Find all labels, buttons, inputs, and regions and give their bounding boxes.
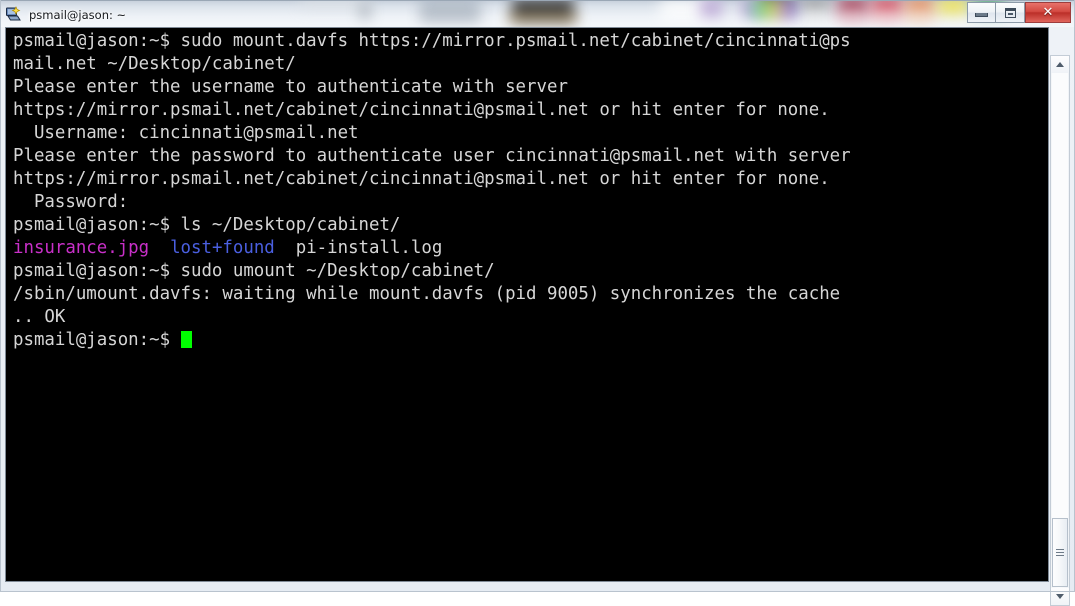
terminal-line: psmail@jason:~$ — [13, 329, 851, 352]
terminal-line: https://mirror.psmail.net/cabinet/cincin… — [13, 168, 851, 191]
terminal-text: Username: cincinnati@psmail.net — [13, 123, 359, 143]
window-titlebar[interactable]: psmail@jason: ~ ✕ — [0, 0, 1075, 27]
close-button[interactable]: ✕ — [1025, 2, 1071, 23]
terminal-text: psmail@jason:~$ sudo umount ~/Desktop/ca… — [13, 261, 495, 281]
terminal-line: Password: — [13, 191, 851, 214]
glass-blur-blob — [420, 14, 480, 20]
terminal-output: psmail@jason:~$ sudo mount.davfs https:/… — [13, 30, 851, 352]
glass-blur-blob — [872, 13, 902, 23]
glass-blur-blob — [800, 12, 830, 22]
terminal-text: https://mirror.psmail.net/cabinet/cincin… — [13, 169, 830, 189]
grip-icon — [1056, 549, 1064, 556]
glass-blur-blob — [872, 1, 902, 14]
chevron-down-icon — [1056, 594, 1064, 599]
minimize-icon — [975, 13, 988, 17]
window-body: psmail@jason:~$ sudo mount.davfs https:/… — [0, 27, 1075, 606]
glass-blur-blob — [360, 3, 370, 19]
glass-blur-blob — [800, 1, 830, 12]
terminal-text: psmail@jason:~$ ls ~/Desktop/cabinet/ — [13, 215, 401, 235]
rainbow-blur-blob — [752, 1, 796, 19]
terminal-line: psmail@jason:~$ sudo mount.davfs https:/… — [13, 30, 851, 53]
glass-blur-blob — [700, 1, 722, 17]
terminal-line: https://mirror.psmail.net/cabinet/cincin… — [13, 99, 851, 122]
terminal-line: .. OK — [13, 306, 851, 329]
window-title: psmail@jason: ~ — [29, 7, 127, 22]
terminal-screen[interactable]: psmail@jason:~$ sudo mount.davfs https:/… — [6, 28, 1049, 581]
terminal-line: Please enter the username to authenticat… — [13, 76, 851, 99]
glass-blur-blob — [906, 13, 934, 23]
terminal-line: insurance.jpg lost+found pi-install.log — [13, 237, 851, 260]
putty-terminal-icon — [5, 6, 22, 23]
glass-blur-blob — [906, 1, 934, 14]
terminal-line: /sbin/umount.davfs: waiting while mount.… — [13, 283, 851, 306]
terminal-text: psmail@jason:~$ — [13, 330, 181, 350]
glass-blur-blob — [838, 1, 868, 14]
terminal-text: mail.net ~/Desktop/cabinet/ — [13, 54, 296, 74]
terminal-text: /sbin/umount.davfs: waiting while mount.… — [13, 284, 841, 304]
terminal-text: .. OK — [13, 307, 66, 327]
maximize-button[interactable] — [996, 2, 1025, 23]
terminal-window: psmail@jason: ~ ✕ psmail@jason:~$ sudo m… — [0, 0, 1075, 606]
terminal-line: psmail@jason:~$ ls ~/Desktop/cabinet/ — [13, 214, 851, 237]
minimize-button[interactable] — [967, 2, 996, 23]
glass-blur-blob — [938, 1, 968, 14]
terminal-text: pi-install.log — [274, 238, 443, 258]
terminal-line: psmail@jason:~$ sudo umount ~/Desktop/ca… — [13, 260, 851, 283]
terminal-cursor — [180, 331, 192, 348]
scrollbar-thumb[interactable] — [1052, 518, 1068, 587]
terminal-line: Username: cincinnati@psmail.net — [13, 122, 851, 145]
terminal-text: Please enter the username to authenticat… — [13, 77, 568, 97]
terminal-text: Please enter the password to authenticat… — [13, 146, 851, 166]
terminal-text: insurance.jpg — [13, 238, 150, 258]
terminal-text: Password: — [13, 192, 129, 212]
titlebar-title-group: psmail@jason: ~ — [5, 1, 126, 27]
scroll-down-button[interactable] — [1051, 588, 1069, 605]
terminal-line: mail.net ~/Desktop/cabinet/ — [13, 53, 851, 76]
maximize-icon — [1004, 7, 1016, 18]
scrollbar-trough[interactable] — [1052, 73, 1068, 518]
terminal-line: Please enter the password to authenticat… — [13, 145, 851, 168]
glass-blur-blob — [420, 3, 480, 10]
terminal-text: lost+found — [170, 238, 275, 258]
glass-blur-blob — [838, 13, 868, 23]
terminal-text: psmail@jason:~$ sudo mount.davfs https:/… — [13, 31, 851, 51]
close-icon: ✕ — [1042, 5, 1054, 20]
terminal-scrollbar[interactable] — [1050, 55, 1070, 606]
glass-blur-blob — [508, 15, 578, 21]
scroll-up-button[interactable] — [1051, 56, 1069, 73]
terminal-text: https://mirror.psmail.net/cabinet/cincin… — [13, 100, 830, 120]
chevron-up-icon — [1056, 62, 1064, 67]
window-controls: ✕ — [967, 2, 1071, 23]
